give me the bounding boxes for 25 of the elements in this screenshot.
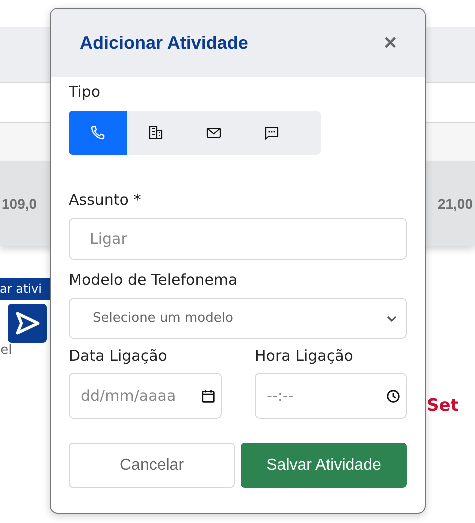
send-icon[interactable]	[8, 304, 47, 343]
tag-text: Set	[427, 396, 459, 416]
building-icon	[148, 125, 164, 141]
date-field[interactable]: dd/mm/aaaa	[69, 373, 222, 419]
save-button[interactable]: Salvar Atividade	[241, 443, 407, 488]
field-label: Tipo	[69, 83, 102, 101]
field-label: Hora Ligação	[255, 347, 354, 365]
mail-icon	[206, 125, 222, 141]
phone-icon	[90, 125, 106, 141]
amount-text: 109,0	[2, 196, 38, 212]
calendar-icon	[201, 388, 216, 404]
clock-icon	[386, 388, 401, 404]
field-label: Modelo de Telefonema	[69, 271, 239, 289]
time-field[interactable]: --:--	[255, 373, 407, 419]
template-dropdown[interactable]: Selecione um modelo	[69, 298, 407, 339]
cancel-button[interactable]: Cancelar	[69, 443, 235, 488]
add-activity-button[interactable]: ar ativi	[0, 278, 50, 300]
field-label: Data Ligação	[69, 347, 168, 365]
dialog-title: Adicionar Atividade	[80, 32, 248, 54]
amount-text: 21,00	[438, 196, 473, 212]
subject-field[interactable]: Ligar	[69, 218, 407, 260]
name-text: iel	[0, 343, 12, 358]
chat-icon	[264, 125, 280, 141]
close-button[interactable]: ×	[384, 30, 397, 56]
field-label: Assunto *	[69, 191, 142, 209]
